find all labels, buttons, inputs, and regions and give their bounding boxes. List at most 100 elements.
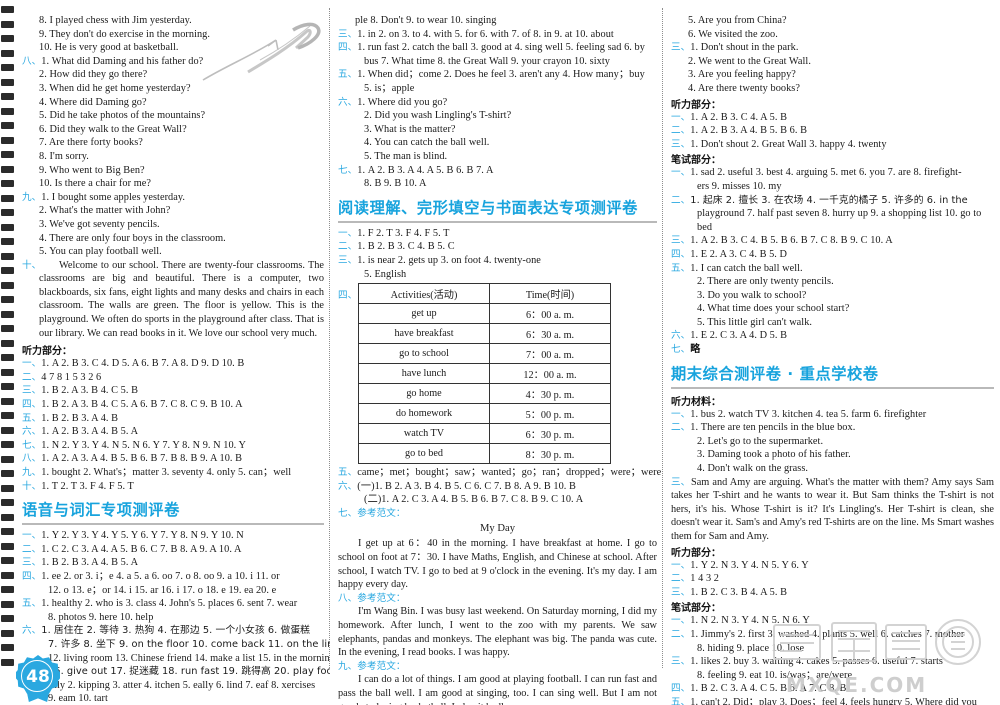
cell-time: 6：00 a. m. bbox=[489, 303, 611, 325]
answer-row: 二、1. B 2. B 3. C 4. B 5. C bbox=[338, 240, 657, 254]
answer-row: 一、1. sad 2. useful 3. best 4. arguing 5.… bbox=[671, 166, 994, 180]
answer-text: 1. A 2. B 3. C 4. A 5. B bbox=[690, 111, 788, 123]
answer-row: 六、1. A 2. B 3. A 4. B 5. A bbox=[22, 425, 324, 439]
answer-text: 1. A 2. B 3. C 4. D 5. A 6. B 7. A 8. D … bbox=[41, 358, 245, 370]
answer-text: 略 bbox=[690, 344, 701, 356]
listening-material-passage: Sam and Amy are arguing. What's the matt… bbox=[671, 476, 995, 542]
listening-section-label: 听力部分： bbox=[22, 346, 72, 358]
answer-row: 三、1. Don't shout in the park. bbox=[671, 41, 994, 55]
page-number-badge: 48 bbox=[16, 655, 62, 702]
answer-line: 4. There are only four boys in the class… bbox=[39, 232, 226, 244]
table-row: have breakfast 6：30 a. m. bbox=[358, 323, 611, 345]
answer-text: 4 7 8 1 5 3 2 6 bbox=[41, 371, 102, 383]
answer-text: 1. in 2. on 3. to 4. with 5. for 6. with… bbox=[357, 28, 614, 40]
group-marker: 九、 bbox=[22, 191, 42, 203]
group-marker: 一、 bbox=[22, 358, 42, 370]
answer-row: 二、1. C 2. C 3. A 4. A 5. B 6. C 7. B 8. … bbox=[22, 543, 324, 557]
cell-activity: go to bed bbox=[358, 443, 490, 465]
answer-line: 3. Daming took a photo of his father. bbox=[697, 449, 851, 461]
answer-line: 2. Did you wash Lingling's T-shirt? bbox=[364, 110, 512, 122]
answer-text: 1. is near 2. gets up 3. on foot 4. twen… bbox=[357, 254, 541, 266]
answer-line: 9. Who went to Big Ben? bbox=[39, 164, 145, 176]
answer-text: 1. B 2. A 3. B 4. C 5. A 6. B 7. C 8. C … bbox=[41, 399, 243, 411]
answer-line: 2. What's the matter with John? bbox=[39, 205, 171, 217]
group-marker: 四、 bbox=[22, 570, 42, 582]
answer-line: 4. Don't walk on the grass. bbox=[697, 463, 809, 475]
answer-line: 5. You can play football well. bbox=[39, 246, 162, 258]
group-marker: 九、参考范文： bbox=[338, 660, 406, 672]
listening-material-label: 听力材料： bbox=[671, 396, 721, 408]
cell-time: 12：00 a. m. bbox=[489, 363, 611, 385]
essay-body: I'm Wang Bin. I was busy last weekend. O… bbox=[338, 606, 657, 659]
answer-text: 1. Don't shout 2. Great Wall 3. happy 4.… bbox=[690, 138, 887, 150]
answer-text: 1. B 2. A 3. B 4. C 5. B bbox=[41, 385, 139, 397]
answer-row: 三、1. B 2. A 3. B 4. C 5. B bbox=[22, 384, 324, 398]
answer-row: 五、1. healthy 2. who is 3. class 4. John'… bbox=[22, 597, 324, 611]
group-marker: 六、 bbox=[22, 426, 42, 438]
column-right: 5. Are you from China? 6. We visited the… bbox=[663, 0, 1000, 705]
answer-line: 4. What time does your school start? bbox=[697, 303, 850, 315]
essay-marker: 九、参考范文： bbox=[338, 660, 657, 674]
group-marker: 一、 bbox=[671, 408, 691, 420]
answer-row: 三、1. B 2. C 3. B 4. A 5. B bbox=[671, 586, 994, 600]
answer-row: 三、1. B 2. B 3. A 4. B 5. A bbox=[22, 556, 324, 570]
group-marker: 七、 bbox=[671, 344, 691, 356]
answer-row: 二、1. Jimmy's 2. first 3. washed 4. plant… bbox=[671, 628, 994, 642]
answer-text: 1. A 2. B 3. A 4. B 5. B 6. B bbox=[690, 125, 808, 137]
answer-row: 五、came；met；bought；saw；wanted；go；ran；drop… bbox=[338, 466, 661, 480]
group-marker: 四、 bbox=[671, 683, 691, 695]
group-marker: 二、 bbox=[338, 241, 358, 253]
answer-text: 1. A 2. B 3. C 4. B 5. B 6. B 7. C 8. B … bbox=[690, 235, 893, 247]
answer-line: 8. feeling 9. eat 10. is/was；are/were bbox=[697, 669, 853, 681]
answer-row: 一、1. Y 2. Y 3. Y 4. Y 5. Y 6. Y 7. Y 8. … bbox=[22, 529, 324, 543]
answer-line: 9. They don't do exercise in the morning… bbox=[39, 28, 211, 40]
answer-text: 1. healthy 2. who is 3. class 4. John's … bbox=[41, 598, 298, 610]
answer-row: 八、1. A 2. A 3. A 4. B 5. B 6. B 7. B 8. … bbox=[22, 452, 324, 466]
answer-line: 6. Did they walk to the Great Wall? bbox=[39, 123, 187, 135]
answer-row: 三、1. is near 2. gets up 3. on foot 4. tw… bbox=[338, 254, 657, 268]
answer-row: 七、1. A 2. B 3. A 4. A 5. B 6. B 7. A bbox=[338, 164, 657, 178]
answer-text: 1. A 2. B 3. A 4. B 5. A bbox=[41, 426, 139, 438]
activities-schedule-table: Activities(活动) Time(时间) get up 6：00 a. m.… bbox=[358, 283, 611, 465]
answer-row: 三、1. likes 2. buy 3. waiting 4. cakes 5.… bbox=[671, 655, 994, 669]
answer-line: ers 9. misses 10. my bbox=[697, 180, 782, 192]
answer-row: 一、1. F 2. T 3. F 4. F 5. T bbox=[338, 227, 657, 241]
answer-line: 3. What is the matter? bbox=[364, 123, 456, 135]
group-marker: 五、 bbox=[22, 412, 42, 424]
answer-line: 7. Are there forty books? bbox=[39, 137, 143, 149]
section-title: 期末综合测评卷 · 重点学校卷 bbox=[671, 364, 879, 383]
group-marker: 八、参考范文： bbox=[338, 592, 406, 604]
answer-row: 三、1. in 2. on 3. to 4. with 5. for 6. wi… bbox=[338, 28, 657, 42]
answer-line: 3. Are you feeling happy? bbox=[688, 69, 796, 81]
group-marker: 二、 bbox=[671, 125, 691, 137]
group-marker: 七、 bbox=[338, 164, 358, 176]
answer-row: 六、1. Where did you go? bbox=[338, 96, 657, 110]
answer-row: 四、1. ee 2. or 3. i；e 4. a 5. a 6. oo 7. … bbox=[22, 570, 324, 584]
answer-text: 1. N 2. Y 3. Y 4. N 5. N 6. Y 7. Y 8. N … bbox=[41, 439, 247, 451]
essay-marker: 七、参考范文： bbox=[338, 507, 657, 521]
answer-line: 12. living room 13. Chinese friend 14. m… bbox=[48, 652, 330, 664]
answer-row: 七、1. N 2. Y 3. Y 4. N 5. N 6. Y 7. Y 8. … bbox=[22, 439, 324, 453]
table-row: watch TV 6：30 p. m. bbox=[358, 423, 611, 445]
section-header-final-key: 期末综合测评卷 · 重点学校卷 bbox=[671, 362, 994, 392]
group-marker: 六、 bbox=[338, 96, 358, 108]
answer-line: 4. Where did Daming go? bbox=[39, 96, 147, 108]
essay-marker: 八、参考范文： bbox=[338, 592, 657, 606]
answer-row: 二、4 7 8 1 5 3 2 6 bbox=[22, 371, 324, 385]
group-marker: 三、 bbox=[671, 586, 691, 598]
group-marker: 二、 bbox=[671, 573, 691, 585]
answer-text: 1. E 2. A 3. C 4. B 5. D bbox=[690, 248, 788, 260]
answer-line: 4. Are there twenty books? bbox=[688, 82, 800, 94]
answer-text: 1. E 2. C 3. A 4. D 5. B bbox=[690, 330, 788, 342]
answer-line: ple 8. Don't 9. to wear 10. singing bbox=[355, 15, 497, 26]
answer-text: 1. bought 2. What's；matter 3. seventy 4.… bbox=[41, 467, 292, 478]
cell-time: 5：00 p. m. bbox=[489, 403, 611, 425]
answer-line: 3. Do you walk to school? bbox=[697, 289, 807, 301]
group-marker: 四、 bbox=[338, 42, 358, 54]
cell-time: 6：30 a. m. bbox=[489, 323, 611, 345]
group-marker: 五、 bbox=[671, 262, 691, 274]
answer-line: 5. Did he take photos of the mountains? bbox=[39, 110, 206, 122]
answer-text: 1. What did Daming and his father do? bbox=[41, 55, 204, 67]
answer-text: 1. 居住在 2. 等待 3. 热狗 4. 在那边 5. 一个小女孩 6. 做蛋… bbox=[41, 625, 311, 637]
answer-line: (二)1. A 2. C 3. A 4. B 5. B 6. B 7. C 8.… bbox=[364, 494, 584, 506]
